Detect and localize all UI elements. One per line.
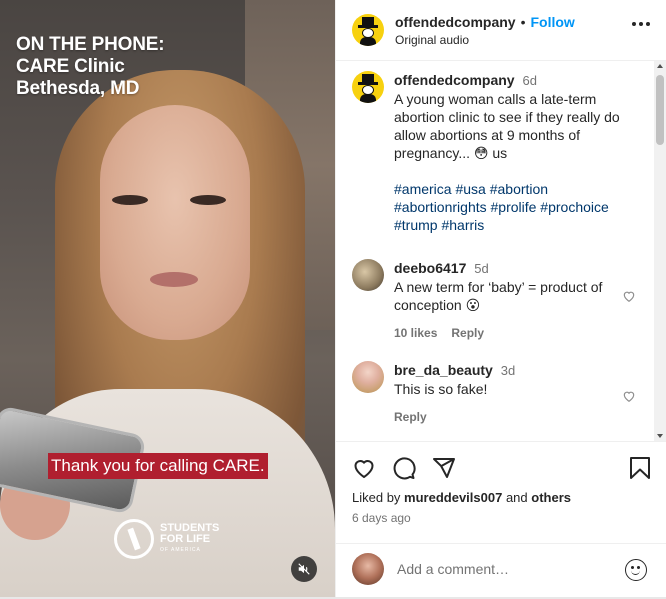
add-comment-bar: Add a comment… xyxy=(336,543,666,599)
caption-time[interactable]: 6d xyxy=(522,73,536,88)
mute-button[interactable] xyxy=(291,556,317,582)
person-lips xyxy=(150,272,198,287)
post-header: offendedcompany • Follow Original audio xyxy=(336,0,666,61)
caption-hashtags[interactable]: #america #usa #abortion #abortionrights … xyxy=(394,180,634,234)
avatar-body xyxy=(360,94,376,103)
comment-time[interactable]: 5d xyxy=(474,261,488,276)
caption-body: offendedcompany 6d A young woman calls a… xyxy=(394,71,634,234)
post-date[interactable]: 6 days ago xyxy=(352,511,411,525)
comment-meta: Reply xyxy=(394,408,624,426)
video-overlay-title: ON THE PHONE: CARE Clinic Bethesda, MD xyxy=(16,34,165,100)
commenter-avatar[interactable] xyxy=(352,259,384,291)
liked-by-summary: Liked by mureddevils007 and others xyxy=(352,490,571,505)
sfl-logo-icon xyxy=(114,519,154,559)
author-username[interactable]: offendedcompany xyxy=(395,14,516,30)
comment-item: deebo6417 5d A new term for ‘baby’ = pro… xyxy=(352,259,624,342)
separator-dot: • xyxy=(520,13,526,30)
emoji-icon[interactable] xyxy=(625,559,647,581)
add-comment-input[interactable]: Add a comment… xyxy=(397,561,509,577)
comment-username[interactable]: bre_da_beauty xyxy=(394,362,493,378)
comment-meta: 10 likes Reply xyxy=(394,324,624,342)
sfl-logo-text: STUDENTS FOR LIFE OF AMERICA xyxy=(160,521,220,556)
comment-body: deebo6417 5d A new term for ‘baby’ = pro… xyxy=(394,259,624,342)
scrollbar-thumb[interactable] xyxy=(656,75,664,145)
author-avatar[interactable] xyxy=(352,71,384,103)
person-face xyxy=(100,105,250,340)
comment-body: bre_da_beauty 3d This is so fake! Reply xyxy=(394,361,624,426)
post-caption: offendedcompany 6d A young woman calls a… xyxy=(352,71,634,234)
header-text: offendedcompany • Follow Original audio xyxy=(395,14,575,47)
liked-by-and: and xyxy=(505,490,528,505)
speaker-muted-icon xyxy=(298,563,310,575)
share-icon[interactable] xyxy=(432,456,456,480)
video-player[interactable]: ON THE PHONE: CARE Clinic Bethesda, MD T… xyxy=(0,0,335,599)
current-user-avatar xyxy=(352,553,384,585)
reply-button[interactable]: Reply xyxy=(451,324,484,342)
person-eye xyxy=(112,195,148,205)
scroll-down-icon[interactable] xyxy=(657,434,663,438)
logo-line: OF AMERICA xyxy=(160,546,201,553)
person-eye xyxy=(190,195,226,205)
scroll-up-icon[interactable] xyxy=(657,64,663,68)
post-details-panel: offendedcompany • Follow Original audio xyxy=(335,0,666,599)
caption-text: A young woman calls a late-term abortion… xyxy=(394,91,620,161)
overlay-line: CARE Clinic xyxy=(16,56,125,77)
follow-button[interactable]: Follow xyxy=(530,14,574,30)
comment-header: bre_da_beauty 3d xyxy=(394,361,624,380)
logo-line: STUDENTS xyxy=(160,521,220,534)
comment-item: bre_da_beauty 3d This is so fake! Reply xyxy=(352,361,624,426)
action-icons xyxy=(352,456,456,480)
liked-by-others[interactable]: others xyxy=(531,490,571,505)
comment-text: A new term for ‘baby’ = product of conce… xyxy=(394,279,603,313)
comment-username[interactable]: deebo6417 xyxy=(394,260,466,276)
header-line: offendedcompany • Follow xyxy=(395,14,575,30)
overlay-line: Bethesda, MD xyxy=(16,78,140,99)
like-comment-heart-icon[interactable] xyxy=(622,289,636,303)
comment-header: deebo6417 5d xyxy=(394,259,624,278)
like-comment-heart-icon[interactable] xyxy=(622,389,636,403)
scrollbar[interactable] xyxy=(654,61,666,441)
logo-line: FOR LIFE xyxy=(160,532,211,545)
liked-by-user[interactable]: mureddevils007 xyxy=(404,490,502,505)
reply-button[interactable]: Reply xyxy=(394,408,427,426)
audio-link[interactable]: Original audio xyxy=(395,33,575,47)
comment-time[interactable]: 3d xyxy=(501,363,515,378)
caption-header: offendedcompany 6d xyxy=(394,71,634,90)
comment-text: This is so fake! xyxy=(394,381,488,397)
caption-username[interactable]: offendedcompany xyxy=(394,72,515,88)
more-options-icon[interactable] xyxy=(632,22,650,26)
post-actions: Liked by mureddevils007 and others 6 day… xyxy=(336,441,666,599)
comment-icon[interactable] xyxy=(392,456,416,480)
post-viewer: ON THE PHONE: CARE Clinic Bethesda, MD T… xyxy=(0,0,666,599)
avatar-body xyxy=(360,37,376,46)
commenter-avatar[interactable] xyxy=(352,361,384,393)
students-for-life-logo: STUDENTS FOR LIFE OF AMERICA xyxy=(114,519,219,559)
overlay-line: ON THE PHONE: xyxy=(16,34,165,55)
heart-icon[interactable] xyxy=(352,456,376,480)
comment-likes[interactable]: 10 likes xyxy=(394,324,437,342)
author-avatar[interactable] xyxy=(352,14,384,46)
comments-section[interactable]: offendedcompany 6d A young woman calls a… xyxy=(336,61,666,441)
bookmark-icon[interactable] xyxy=(629,456,651,480)
liked-by-prefix: Liked by xyxy=(352,490,401,505)
video-subtitle: Thank you for calling CARE. xyxy=(48,453,268,479)
